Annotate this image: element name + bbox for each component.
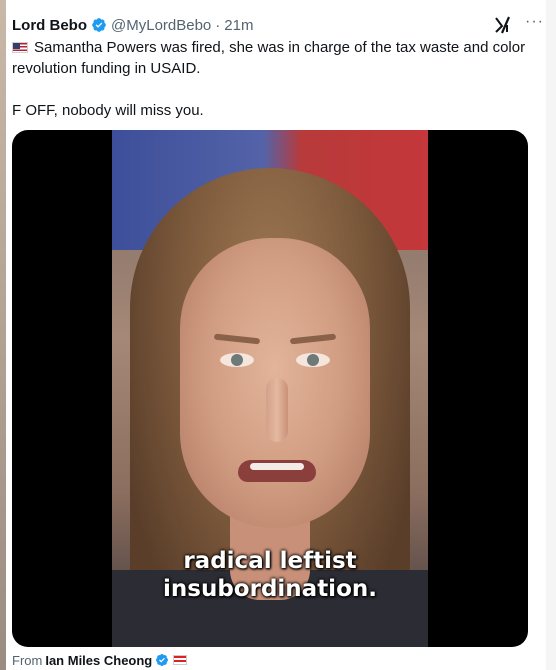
separator-dot: · bbox=[215, 16, 221, 34]
tweet-body: Samantha Powers was fired, she was in ch… bbox=[12, 37, 532, 121]
video-media[interactable]: radical leftist insubordination. bbox=[12, 130, 528, 647]
scrollbar-track[interactable] bbox=[546, 0, 556, 670]
author-name[interactable]: Lord Bebo bbox=[12, 17, 87, 34]
tweet-text-line-1: Samantha Powers was fired, she was in ch… bbox=[12, 39, 526, 77]
caption-line-1: radical leftist bbox=[183, 548, 357, 574]
author-handle[interactable]: @MyLordBebo bbox=[111, 17, 211, 34]
more-icon[interactable]: ··· bbox=[525, 14, 544, 30]
adjacent-window-edge bbox=[0, 0, 6, 670]
video-caption: radical leftist insubordination. bbox=[112, 547, 428, 603]
timestamp[interactable]: 21m bbox=[224, 17, 253, 34]
from-label: From bbox=[12, 652, 43, 668]
caption-line-2: insubordination. bbox=[163, 576, 377, 602]
verified-badge-icon bbox=[91, 17, 107, 33]
tweet-paragraph-2: F OFF, nobody will miss you. bbox=[12, 102, 204, 119]
flag-emoji-icon bbox=[173, 655, 188, 665]
left-eye bbox=[220, 353, 254, 367]
speaker-face bbox=[180, 238, 370, 528]
left-brow bbox=[213, 333, 261, 345]
tweet-paragraph-1: Samantha Powers was fired, she was in ch… bbox=[12, 37, 532, 79]
grok-icon[interactable] bbox=[493, 15, 513, 35]
mouth bbox=[238, 460, 316, 482]
video-frame: radical leftist insubordination. bbox=[112, 130, 428, 647]
right-eye bbox=[296, 353, 330, 367]
tweet-header: Lord Bebo @MyLordBebo · 21m ··· bbox=[12, 13, 544, 37]
nose bbox=[266, 378, 288, 442]
source-attribution: From Ian Miles Cheong bbox=[12, 651, 188, 669]
verified-badge-icon bbox=[155, 653, 169, 667]
source-author-name[interactable]: Ian Miles Cheong bbox=[45, 653, 152, 668]
header-actions: ··· bbox=[493, 13, 544, 37]
us-flag-icon bbox=[12, 42, 28, 53]
right-brow bbox=[289, 333, 337, 345]
